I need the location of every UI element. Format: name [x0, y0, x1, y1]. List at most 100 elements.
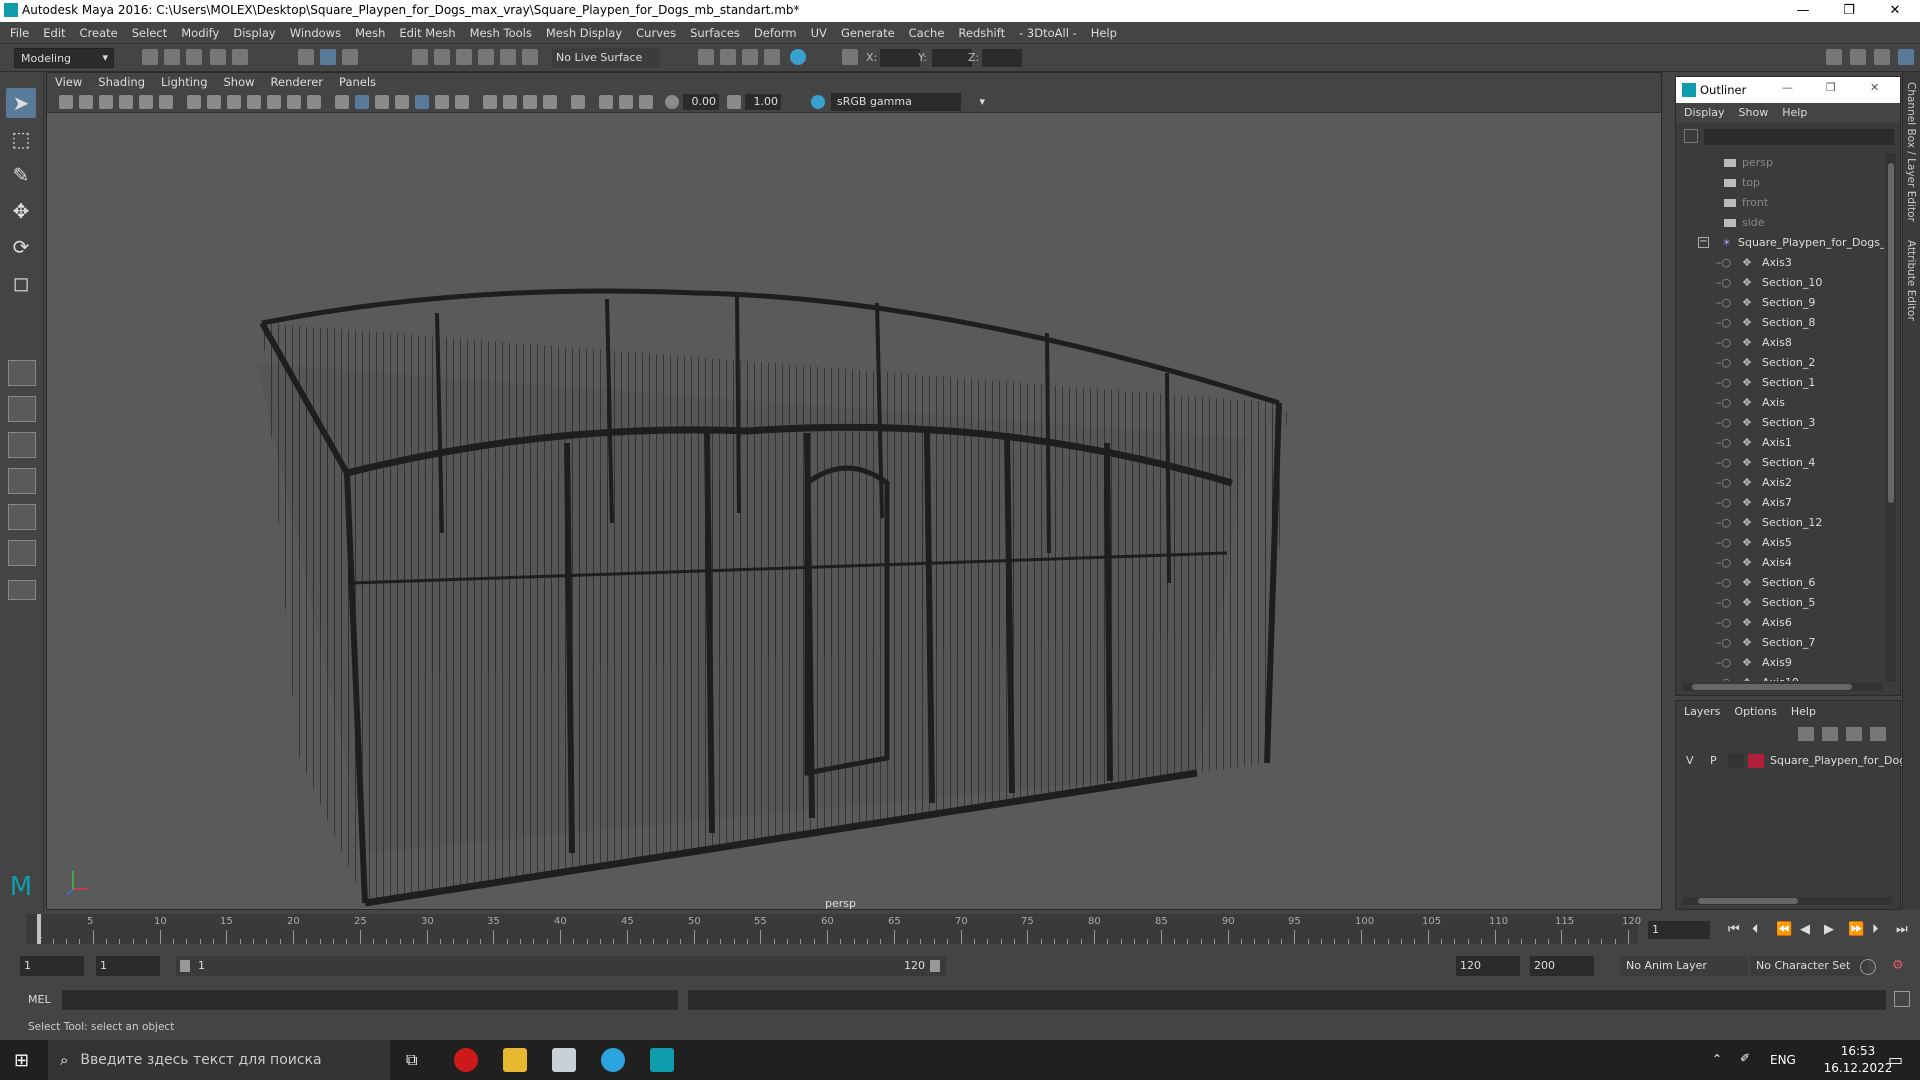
- layers-menu-layers[interactable]: Layers: [1676, 701, 1727, 723]
- gamma-icon[interactable]: [727, 95, 741, 109]
- select-by-hierarchy-icon[interactable]: [298, 49, 314, 65]
- outliner-item-child[interactable]: –○ ❖ Section_1: [1676, 373, 1884, 393]
- bookmark-icon[interactable]: [99, 95, 113, 109]
- minimize-button[interactable]: —: [1780, 0, 1826, 22]
- outliner-item-child[interactable]: –○ ❖ Axis8: [1676, 333, 1884, 353]
- layers-menu-help[interactable]: Help: [1784, 701, 1823, 723]
- menu-3dtoall[interactable]: - 3DtoAll -: [1012, 22, 1084, 44]
- outliner-item-child[interactable]: –○ ❖ Section_7: [1676, 633, 1884, 653]
- exposure-field[interactable]: 0.00: [683, 94, 719, 110]
- viewport-menu-panels[interactable]: Panels: [331, 73, 384, 91]
- render-view-icon[interactable]: [698, 49, 714, 65]
- select-tool-icon[interactable]: ➤: [6, 88, 36, 118]
- menu-windows[interactable]: Windows: [283, 22, 348, 44]
- channel-box-tab[interactable]: Channel Box / Layer Editor: [1905, 82, 1917, 222]
- outliner-item-child[interactable]: –○ ❖ Section_2: [1676, 353, 1884, 373]
- attribute-editor-tab[interactable]: Attribute Editor: [1905, 240, 1917, 321]
- menu-surfaces[interactable]: Surfaces: [683, 22, 747, 44]
- grid-toggle-icon[interactable]: [187, 95, 201, 109]
- menu-display[interactable]: Display: [226, 22, 282, 44]
- tray-chevron-up-icon[interactable]: ⌃: [1712, 1052, 1722, 1066]
- layer-name[interactable]: Square_Playpen_for_Dog: [1770, 751, 1906, 771]
- mail-app-icon[interactable]: [552, 1048, 576, 1072]
- animation-start-field[interactable]: 1: [20, 956, 84, 976]
- rotate-tool-icon[interactable]: ⟳: [6, 232, 36, 262]
- redo-icon[interactable]: [232, 49, 248, 65]
- lasso-tool-icon[interactable]: ⬚: [6, 124, 36, 154]
- maximize-button[interactable]: ❐: [1826, 0, 1872, 22]
- anti-aliasing-icon[interactable]: [523, 95, 537, 109]
- outliner-item-child[interactable]: –○ ❖ Axis: [1676, 393, 1884, 413]
- step-back-frame-icon[interactable]: ⏴: [1752, 922, 1759, 937]
- windows-start-icon[interactable]: ⊞: [14, 1050, 29, 1071]
- layer-playback-toggle[interactable]: P: [1710, 751, 1717, 771]
- go-to-end-icon[interactable]: ⏭: [1896, 922, 1908, 937]
- command-language-label[interactable]: MEL: [28, 993, 51, 1006]
- filter-icon[interactable]: [1684, 129, 1698, 143]
- current-frame-field[interactable]: 1: [1648, 921, 1710, 939]
- viewport-menu-renderer[interactable]: Renderer: [263, 73, 332, 91]
- outliner-item-child[interactable]: –○ ❖ Axis5: [1676, 533, 1884, 553]
- outliner-layout-icon[interactable]: [8, 540, 36, 566]
- menu-cache[interactable]: Cache: [902, 22, 952, 44]
- outliner-menu-show[interactable]: Show: [1732, 103, 1776, 123]
- new-scene-icon[interactable]: [142, 49, 158, 65]
- y-field[interactable]: [932, 49, 972, 67]
- taskbar-search-box[interactable]: ⌕ Введите здесь текст для поиска: [48, 1040, 390, 1080]
- move-layer-up-icon[interactable]: [1798, 727, 1814, 741]
- outliner-item-child[interactable]: –○ ❖ Section_9: [1676, 293, 1884, 313]
- notifications-icon[interactable]: ▭: [1888, 1050, 1903, 1069]
- animation-end-field[interactable]: 200: [1530, 956, 1594, 976]
- render-frame-icon[interactable]: [720, 49, 736, 65]
- outliner-item-child[interactable]: –○ ❖ Section_5: [1676, 593, 1884, 613]
- menu-generate[interactable]: Generate: [834, 22, 902, 44]
- menu-file[interactable]: File: [0, 22, 36, 44]
- z-field[interactable]: [982, 49, 1022, 67]
- playback-start-field[interactable]: 1: [96, 956, 160, 976]
- maya-taskbar-icon[interactable]: [650, 1048, 674, 1072]
- layer-visibility-toggle[interactable]: V: [1686, 751, 1694, 771]
- outliner-item-child[interactable]: –○ ❖ Axis7: [1676, 493, 1884, 513]
- gate-mask-icon[interactable]: [247, 95, 261, 109]
- menu-edit[interactable]: Edit: [36, 22, 72, 44]
- snap-grid-icon[interactable]: [412, 49, 428, 65]
- outliner-menu-display[interactable]: Display: [1676, 103, 1732, 123]
- new-layer-selected-icon[interactable]: [1870, 727, 1886, 741]
- layers-hscrollbar[interactable]: [1682, 897, 1892, 905]
- outliner-title-bar[interactable]: Outliner — ❐ ✕: [1676, 77, 1900, 103]
- camera-attributes-icon[interactable]: [79, 95, 93, 109]
- outliner-hscrollbar-thumb[interactable]: [1692, 684, 1852, 690]
- scale-tool-icon[interactable]: ◻: [6, 268, 36, 298]
- outliner-item-child[interactable]: –○ ❖ Axis1: [1676, 433, 1884, 453]
- play-forward-icon[interactable]: ▶: [1824, 922, 1834, 937]
- menu-mesh[interactable]: Mesh: [348, 22, 392, 44]
- xray-icon[interactable]: [599, 95, 613, 109]
- xray-joints-icon[interactable]: [639, 95, 653, 109]
- default-material-icon[interactable]: [375, 95, 389, 109]
- clock-date[interactable]: 16.12.2022: [1820, 1061, 1896, 1075]
- persp-outliner-layout-icon[interactable]: [8, 504, 36, 530]
- outliner-item-child[interactable]: –○❖Axis10: [1676, 673, 1884, 681]
- wireframe-icon[interactable]: [335, 95, 349, 109]
- close-button[interactable]: ✕: [1872, 0, 1918, 22]
- range-start-handle[interactable]: [180, 960, 190, 972]
- outliner-scrollbar[interactable]: [1886, 153, 1896, 681]
- task-view-icon[interactable]: ⧉: [406, 1050, 417, 1070]
- outliner-item-child[interactable]: –○ ❖ Axis6: [1676, 613, 1884, 633]
- snap-view-plane-icon[interactable]: [478, 49, 494, 65]
- render-settings-icon[interactable]: [764, 49, 780, 65]
- menu-help[interactable]: Help: [1084, 22, 1124, 44]
- viewport-menu-show[interactable]: Show: [216, 73, 263, 91]
- channel-box-toggle-icon[interactable]: [1898, 49, 1914, 65]
- smooth-shade-icon[interactable]: [355, 95, 369, 109]
- attribute-editor-toggle-icon[interactable]: [1850, 49, 1866, 65]
- snap-point-icon[interactable]: [456, 49, 472, 65]
- grease-pencil-icon[interactable]: [159, 95, 173, 109]
- menu-mesh-display[interactable]: Mesh Display: [539, 22, 629, 44]
- range-slider-bar[interactable]: 1 120: [176, 956, 946, 976]
- outliner-item-child[interactable]: –○ ❖ Axis9: [1676, 653, 1884, 673]
- animation-preferences-icon[interactable]: ⚙: [1892, 958, 1904, 973]
- open-scene-icon[interactable]: [164, 49, 180, 65]
- move-layer-down-icon[interactable]: [1822, 727, 1838, 741]
- transform-mode-icon[interactable]: [842, 49, 858, 65]
